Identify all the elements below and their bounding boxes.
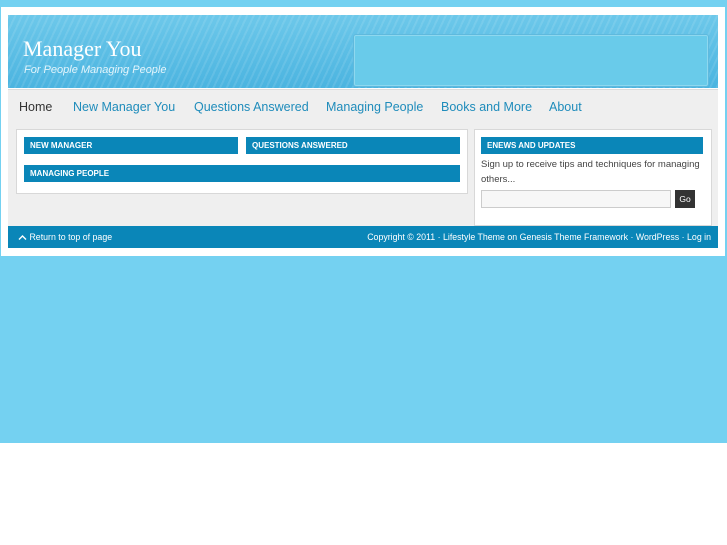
footer-separator: · bbox=[630, 232, 634, 242]
enews-widget-title: ENEWS AND UPDATES bbox=[481, 137, 703, 154]
sidebar-enews-box: ENEWS AND UPDATES Sign up to receive tip… bbox=[474, 129, 712, 226]
header-widget-area bbox=[353, 34, 709, 87]
nav-item-managing-people[interactable]: Managing People bbox=[326, 100, 423, 114]
content-area: NEW MANAGER QUESTIONS ANSWERED MANAGING … bbox=[8, 122, 718, 226]
footer-separator: · bbox=[681, 232, 685, 242]
nav-item-about[interactable]: About bbox=[549, 100, 582, 114]
widget-title-managing-people[interactable]: MANAGING PEOPLE bbox=[24, 165, 460, 182]
back-to-top-label: Return to top of page bbox=[29, 232, 113, 242]
nav-item-home[interactable]: Home bbox=[19, 100, 52, 114]
page-wrapper: Manager You For People Managing People H… bbox=[1, 7, 725, 256]
site-header: Manager You For People Managing People bbox=[8, 15, 718, 88]
on-text: on bbox=[507, 232, 518, 242]
copyright-text: Copyright © 2011 · bbox=[367, 232, 441, 242]
back-to-top-link[interactable]: Return to top of page bbox=[18, 226, 112, 248]
site-title[interactable]: Manager You bbox=[23, 36, 142, 62]
nav-item-books-and-more[interactable]: Books and More bbox=[441, 100, 532, 114]
site-description: For People Managing People bbox=[24, 64, 167, 76]
enews-go-button[interactable]: Go bbox=[675, 190, 695, 208]
site-footer: Return to top of page Copyright © 2011 ·… bbox=[8, 226, 718, 248]
enews-email-input[interactable] bbox=[481, 190, 671, 208]
footer-credits: Copyright © 2011 · Lifestyle Theme on Ge… bbox=[367, 226, 711, 248]
chevron-up-icon bbox=[18, 235, 27, 241]
homepage-content-box: NEW MANAGER QUESTIONS ANSWERED MANAGING … bbox=[16, 129, 468, 194]
nav-item-new-manager-you[interactable]: New Manager You bbox=[73, 100, 175, 114]
wordpress-link[interactable]: WordPress bbox=[636, 232, 679, 242]
widget-title-questions-answered[interactable]: QUESTIONS ANSWERED bbox=[246, 137, 460, 154]
genesis-framework-link[interactable]: Genesis Theme Framework bbox=[520, 232, 628, 242]
lifestyle-theme-link[interactable]: Lifestyle Theme bbox=[443, 232, 505, 242]
enews-description: Sign up to receive tips and techniques f… bbox=[481, 159, 700, 185]
login-link[interactable]: Log in bbox=[687, 232, 711, 242]
widget-title-new-manager[interactable]: NEW MANAGER bbox=[24, 137, 238, 154]
main-navigation: Home New Manager You Questions Answered … bbox=[8, 89, 718, 123]
nav-item-questions-answered[interactable]: Questions Answered bbox=[194, 100, 309, 114]
